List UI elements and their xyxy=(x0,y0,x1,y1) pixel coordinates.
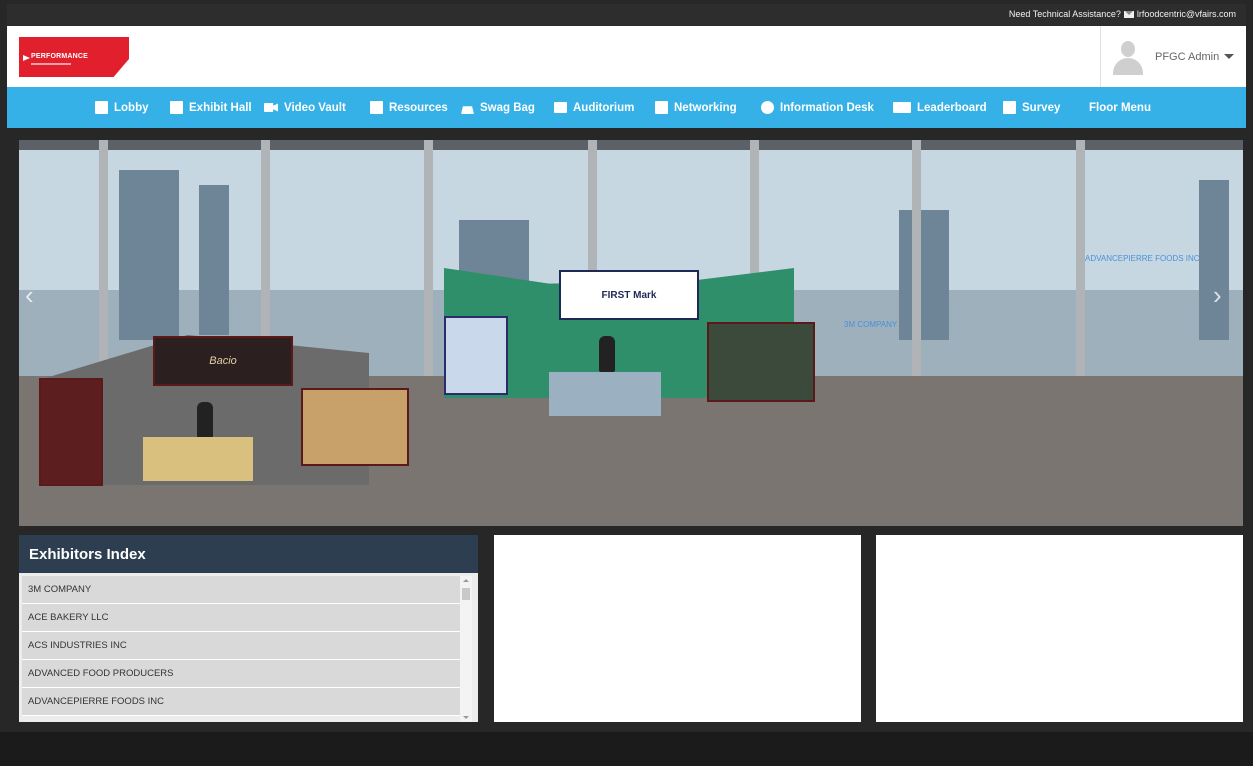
main-nav: Lobby Exhibit Hall Video Vault Resources… xyxy=(7,87,1246,128)
nav-label-video-vault: Video Vault xyxy=(284,101,346,114)
avatar xyxy=(1113,39,1143,75)
booth-product-panel[interactable] xyxy=(444,316,508,395)
window-frame xyxy=(19,140,1243,150)
document-icon xyxy=(655,101,668,114)
chevron-down-icon[interactable] xyxy=(1224,54,1235,59)
top-bar: Need Technical Assistance? lrfoodcentric… xyxy=(7,4,1246,26)
nav-label-auditorium: Auditorium xyxy=(573,101,635,114)
booth-poster[interactable] xyxy=(39,378,103,486)
exhibitor-item[interactable]: 3M COMPANY xyxy=(22,576,460,604)
bars-icon xyxy=(893,102,911,113)
survey-icon xyxy=(1003,101,1016,114)
booth-bacio-sign[interactable]: Bacio xyxy=(153,336,293,386)
booth-first-mark-sign[interactable]: FIRST Mark xyxy=(559,270,699,320)
booth-desk xyxy=(143,437,253,481)
booth-video-panel[interactable] xyxy=(707,322,815,402)
nav-item-video-vault[interactable]: Video Vault xyxy=(264,87,370,128)
building-icon xyxy=(95,101,108,114)
footer xyxy=(0,732,1253,766)
scroll-down-icon[interactable] xyxy=(463,716,469,719)
booth-label-advancepierre[interactable]: ADVANCEPIERRE FOODS INC xyxy=(1085,254,1200,263)
document-icon xyxy=(370,101,383,114)
content-panel-middle xyxy=(494,535,861,722)
avatar-body xyxy=(1113,57,1143,75)
avatar-head xyxy=(1121,40,1135,57)
user-menu[interactable]: PFGC Admin xyxy=(1100,26,1246,87)
exhibitors-list: 3M COMPANY ACE BAKERY LLC ACS INDUSTRIES… xyxy=(22,576,460,716)
window-mullion xyxy=(912,140,921,376)
tech-assistance: Need Technical Assistance? lrfoodcentric… xyxy=(1009,9,1236,19)
mail-icon xyxy=(1123,10,1134,18)
nav-label-networking: Networking xyxy=(674,101,737,114)
window-mullion xyxy=(1076,140,1085,376)
nav-item-survey[interactable]: Survey xyxy=(1003,87,1089,128)
exhibitors-index-title: Exhibitors Index xyxy=(19,535,478,573)
logo-underline xyxy=(31,63,71,65)
exhibit-hall-scene[interactable]: Bacio FIRST Mark ‹ › ADVANCEPIERRE FOODS… xyxy=(19,140,1243,526)
nav-item-lobby[interactable]: Lobby xyxy=(95,87,170,128)
nav-label-lobby: Lobby xyxy=(114,101,149,114)
nav-label-survey: Survey xyxy=(1022,101,1061,114)
header: PERFORMANCE PFGC Admin xyxy=(7,26,1246,87)
content-panel-right xyxy=(876,535,1243,722)
nav-item-floor-menu[interactable]: Floor Menu xyxy=(1089,87,1169,128)
exhibitor-item[interactable]: ADVANCEPIERRE FOODS INC xyxy=(22,688,460,716)
scroll-up-icon[interactable] xyxy=(463,579,469,582)
chevron-right-icon[interactable]: › xyxy=(1213,280,1237,314)
nav-item-exhibit-hall[interactable]: Exhibit Hall xyxy=(170,87,264,128)
nav-item-resources[interactable]: Resources xyxy=(370,87,461,128)
exhibitors-index: Exhibitors Index 3M COMPANY ACE BAKERY L… xyxy=(19,535,478,722)
skyline-tower xyxy=(119,170,179,340)
booth-attendant xyxy=(197,402,213,438)
skyline-tower xyxy=(1199,180,1229,340)
nav-item-leaderboard[interactable]: Leaderboard xyxy=(893,87,1003,128)
nav-label-swag-bag: Swag Bag xyxy=(480,101,535,114)
nav-label-floor-menu: Floor Menu xyxy=(1089,101,1151,114)
nav-item-swag-bag[interactable]: Swag Bag xyxy=(461,87,554,128)
booth-attendant xyxy=(599,336,615,372)
booth-desk xyxy=(549,372,661,416)
logo-mark-icon xyxy=(23,55,30,61)
exhibitors-scrollbar[interactable] xyxy=(460,576,472,722)
window-mullion xyxy=(424,140,433,376)
booth-pizza-image[interactable] xyxy=(301,388,409,466)
booth-label-3m[interactable]: 3M COMPANY xyxy=(844,320,897,329)
skyline-tower xyxy=(199,185,229,335)
chevron-left-icon[interactable]: ‹ xyxy=(25,280,49,314)
building-icon xyxy=(170,101,183,114)
exhibitor-item[interactable]: ACE BAKERY LLC xyxy=(22,604,460,632)
video-camera-icon xyxy=(264,103,278,112)
window-mullion xyxy=(99,140,108,376)
list-icon xyxy=(554,102,567,113)
nav-item-networking[interactable]: Networking xyxy=(655,87,761,128)
info-icon xyxy=(761,101,774,114)
nav-item-auditorium[interactable]: Auditorium xyxy=(554,87,655,128)
scrollbar-thumb[interactable] xyxy=(462,588,470,600)
tech-assistance-email[interactable]: lrfoodcentric@vfairs.com xyxy=(1137,9,1236,19)
exhibitor-item[interactable]: ACS INDUSTRIES INC xyxy=(22,632,460,660)
nav-item-information-desk[interactable]: Information Desk xyxy=(761,87,893,128)
skyline-tower xyxy=(899,210,949,340)
nav-label-exhibit-hall: Exhibit Hall xyxy=(189,101,252,114)
nav-label-leaderboard: Leaderboard xyxy=(917,101,987,114)
company-logo[interactable]: PERFORMANCE xyxy=(19,37,129,77)
nav-label-information-desk: Information Desk xyxy=(780,101,874,114)
tech-assistance-label: Need Technical Assistance? xyxy=(1008,9,1121,19)
shopping-bag-icon xyxy=(461,106,474,114)
logo-text: PERFORMANCE xyxy=(31,53,89,60)
user-name: PFGC Admin xyxy=(1155,50,1220,63)
exhibitor-item[interactable]: ADVANCED FOOD PRODUCERS xyxy=(22,660,460,688)
nav-label-resources: Resources xyxy=(389,101,448,114)
